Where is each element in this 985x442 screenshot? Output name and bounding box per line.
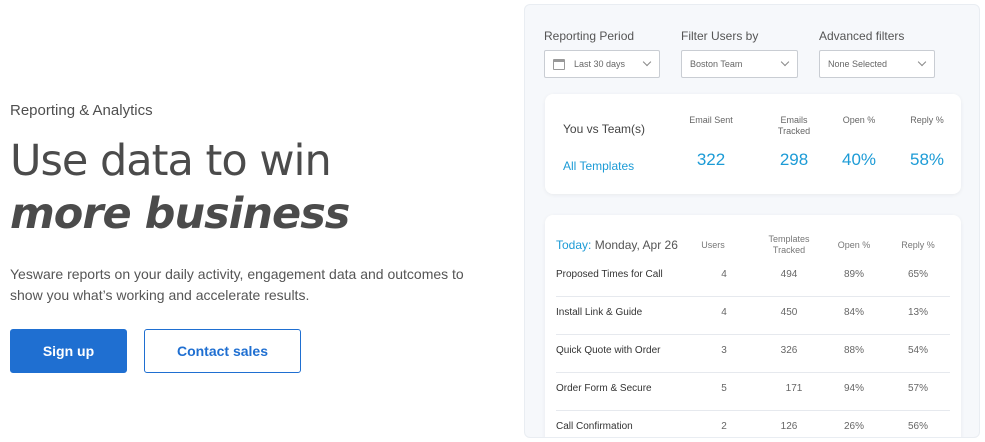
today-label: Today: xyxy=(556,238,592,252)
stat-label-emails-tracked: Emails Tracked xyxy=(777,115,811,136)
cell-open: 89% xyxy=(843,269,864,280)
cell-templates: 450 xyxy=(780,307,798,318)
cell-open: 26% xyxy=(843,421,864,432)
reporting-period-select[interactable]: Last 30 days xyxy=(544,50,660,78)
today-heading: Today: Monday, Apr 26 xyxy=(556,238,678,252)
cell-reply: 57% xyxy=(907,383,928,394)
sign-up-button[interactable]: Sign up xyxy=(10,329,127,373)
chevron-down-icon xyxy=(917,57,927,67)
chevron-down-icon xyxy=(642,57,652,67)
stat-label-open: Open % xyxy=(842,115,876,125)
cell-reply: 13% xyxy=(907,307,928,318)
cell-templates: 126 xyxy=(780,421,798,432)
column-header-templates-tracked: Templates Tracked xyxy=(768,234,810,255)
all-templates-link[interactable]: All Templates xyxy=(563,159,634,173)
cell-open: 84% xyxy=(843,307,864,318)
cell-reply: 54% xyxy=(907,345,928,356)
select-value: Boston Team xyxy=(690,59,743,69)
template-name: Quick Quote with Order xyxy=(556,345,661,356)
cell-templates: 326 xyxy=(780,345,798,356)
reporting-period-filter: Reporting Period Last 30 days xyxy=(544,29,660,78)
today-templates-card: Today: Monday, Apr 26 Users Templates Tr… xyxy=(545,215,961,437)
column-header-open: Open % xyxy=(837,240,871,250)
stat-value-reply: 58% xyxy=(909,150,945,169)
advanced-filters-filter: Advanced filters None Selected xyxy=(819,29,935,78)
headline-line-1: Use data to win xyxy=(10,136,332,186)
headline-line-2: more business xyxy=(10,189,350,239)
comparison-title: You vs Team(s) xyxy=(563,122,646,136)
stat-value-email-sent: 322 xyxy=(696,150,726,169)
cell-users: 4 xyxy=(721,269,727,280)
stat-value-open: 40% xyxy=(841,150,877,169)
filter-label: Filter Users by xyxy=(681,29,759,43)
stat-label-email-sent: Email Sent xyxy=(689,115,733,125)
table-row: Order Form & Secure 5 171 94% 57% xyxy=(556,373,950,411)
calendar-icon xyxy=(553,58,565,70)
table-row: Call Confirmation 2 126 26% 56% xyxy=(556,411,950,437)
stat-value-emails-tracked: 298 xyxy=(779,150,809,169)
advanced-filters-select[interactable]: None Selected xyxy=(819,50,935,78)
template-name: Install Link & Guide xyxy=(556,307,643,318)
table-row: Proposed Times for Call 4 494 89% 65% xyxy=(556,259,950,297)
hero-description: Yesware reports on your daily activity, … xyxy=(10,266,464,303)
cell-users: 2 xyxy=(721,421,727,432)
table-row: Install Link & Guide 4 450 84% 13% xyxy=(556,297,950,335)
section-eyebrow: Reporting & Analytics xyxy=(10,102,153,119)
filter-label: Reporting Period xyxy=(544,29,635,43)
cell-open: 88% xyxy=(843,345,864,356)
hero-headline: Use data to win more business xyxy=(10,136,350,242)
cell-users: 5 xyxy=(721,383,727,394)
cell-open: 94% xyxy=(843,383,864,394)
cell-templates: 494 xyxy=(780,269,798,280)
comparison-card: You vs Team(s) All Templates Email Sent … xyxy=(545,94,961,194)
filter-users-select[interactable]: Boston Team xyxy=(681,50,798,78)
select-value: None Selected xyxy=(828,59,888,69)
cell-users: 3 xyxy=(721,345,727,356)
template-name: Proposed Times for Call xyxy=(556,269,663,280)
select-value: Last 30 days xyxy=(574,59,626,69)
table-row: Quick Quote with Order 3 326 88% 54% xyxy=(556,335,950,373)
column-header-reply: Reply % xyxy=(901,240,935,250)
contact-sales-button[interactable]: Contact sales xyxy=(144,329,301,373)
template-name: Order Form & Secure xyxy=(556,383,652,394)
template-name: Call Confirmation xyxy=(556,421,633,432)
chevron-down-icon xyxy=(780,57,790,67)
stat-label-reply: Reply % xyxy=(910,115,944,125)
cell-templates: 171 xyxy=(785,383,803,394)
column-header-users: Users xyxy=(701,240,725,250)
today-date: Monday, Apr 26 xyxy=(594,238,678,252)
filter-users-filter: Filter Users by Boston Team xyxy=(681,29,798,78)
reporting-dashboard-panel: Reporting Period Last 30 days Filter Use… xyxy=(524,4,980,438)
cell-reply: 65% xyxy=(907,269,928,280)
cell-users: 4 xyxy=(721,307,727,318)
cell-reply: 56% xyxy=(907,421,928,432)
filter-label: Advanced filters xyxy=(819,29,905,43)
